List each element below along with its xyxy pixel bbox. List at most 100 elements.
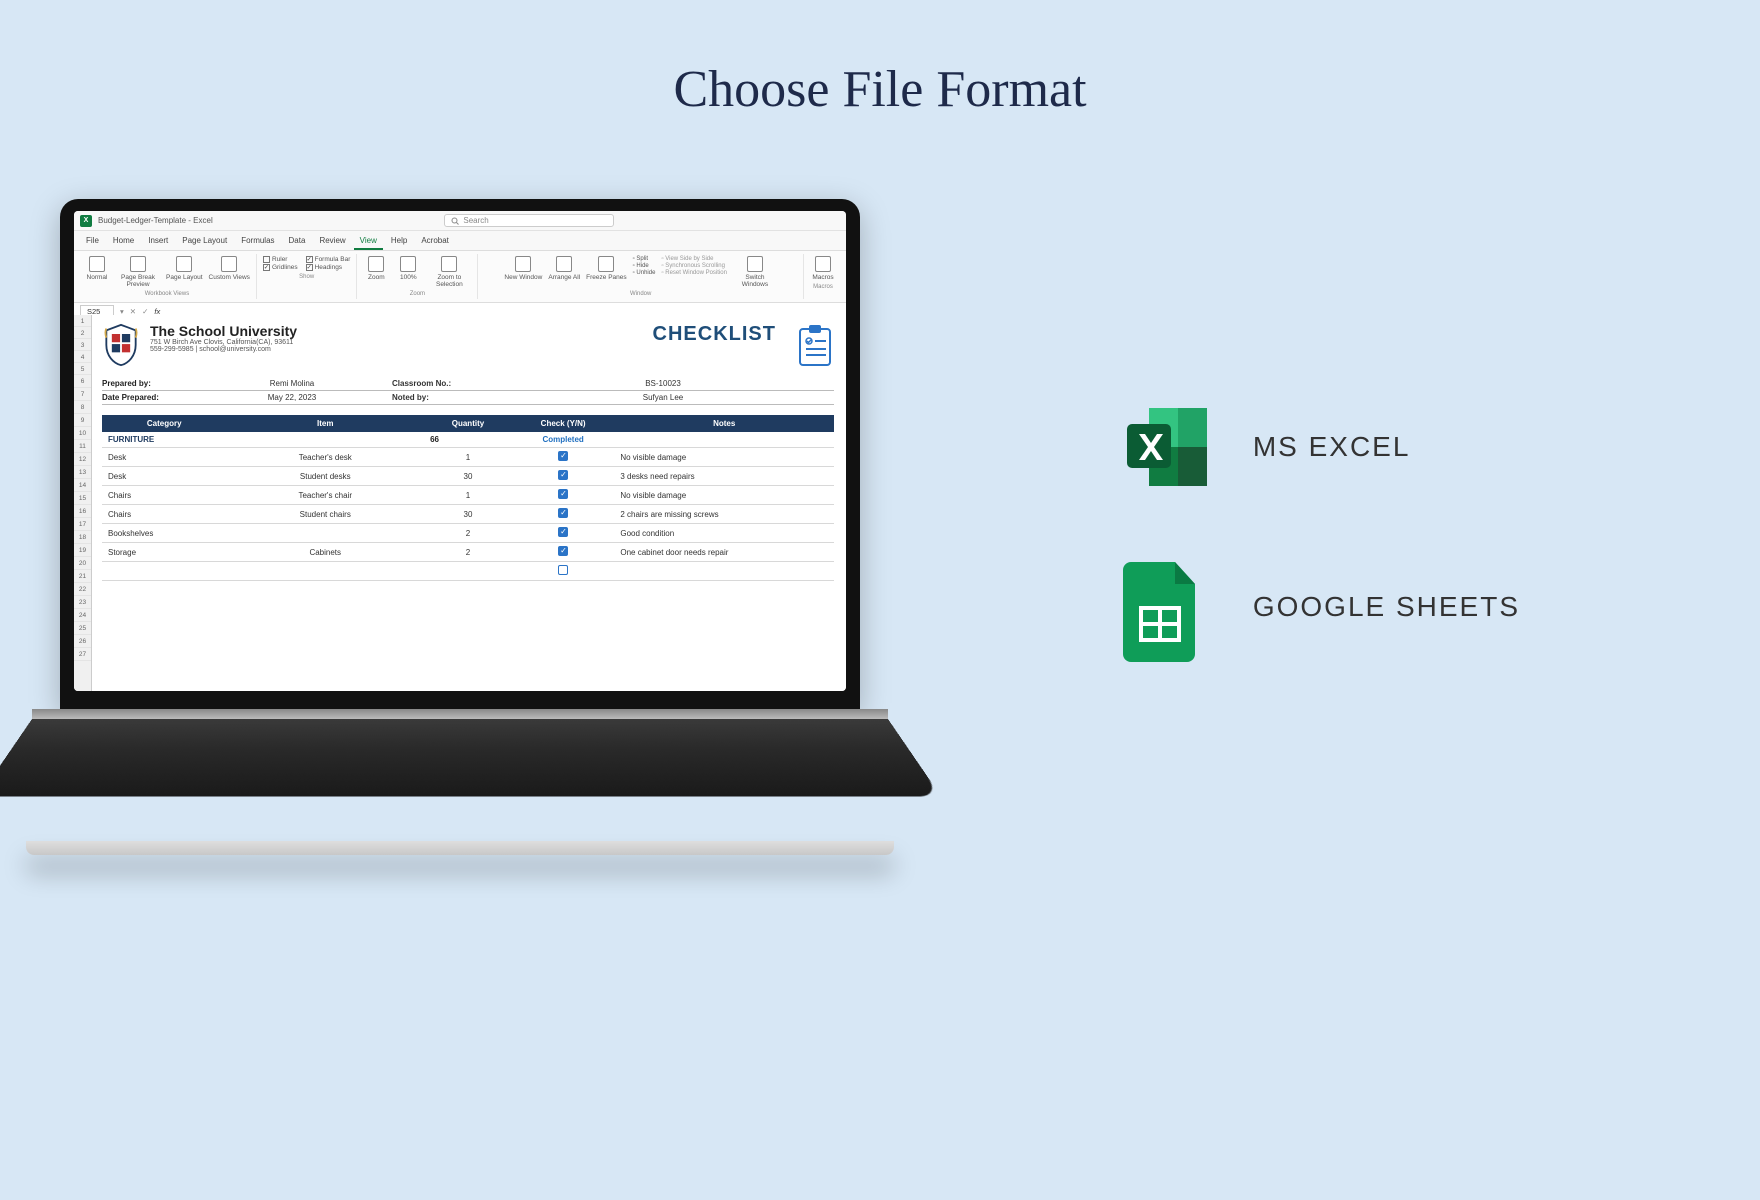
search-input[interactable]: Search xyxy=(444,214,614,227)
view-icon xyxy=(176,256,192,272)
row-numbers: 1234567891011121314151617181920212223242… xyxy=(74,315,92,691)
ribbon-check-headings[interactable]: ✓Headings xyxy=(306,264,351,271)
table-row: ChairsTeacher's chair1No visible damage xyxy=(102,486,834,505)
view-icon xyxy=(89,256,105,272)
menu-help[interactable]: Help xyxy=(385,233,413,250)
google-sheets-icon xyxy=(1123,562,1213,652)
checkbox[interactable] xyxy=(558,489,568,499)
checkbox[interactable] xyxy=(558,470,568,480)
ribbon-group-macros: Macros Macros xyxy=(804,254,842,299)
ribbon-new-window-button[interactable]: New Window xyxy=(504,256,542,281)
menu-file[interactable]: File xyxy=(80,233,105,250)
clipboard-icon xyxy=(796,323,834,367)
prepared-by-label: Prepared by: xyxy=(102,379,192,388)
column-header: Quantity xyxy=(424,415,512,432)
date-value: May 22, 2023 xyxy=(192,393,392,402)
checkbox[interactable] xyxy=(558,451,568,461)
ribbon-group-zoom: Zoom100%Zoom to Selection Zoom xyxy=(357,254,478,299)
column-header: Check (Y/N) xyxy=(512,415,614,432)
ribbon-check-ruler[interactable]: Ruler xyxy=(263,256,298,263)
ribbon-group-show: Ruler✓Formula Bar✓Gridlines✓Headings Sho… xyxy=(257,254,357,299)
classroom-value: BS-10023 xyxy=(492,379,834,388)
ms-excel-option[interactable]: MS EXCEL xyxy=(1123,402,1520,492)
page-title: Choose File Format xyxy=(0,60,1760,119)
ribbon-freeze-panes-button[interactable]: Freeze Panes xyxy=(586,256,626,281)
ribbon-normal-button[interactable]: Normal xyxy=(84,256,110,281)
table-row: DeskStudent desks303 desks need repairs xyxy=(102,467,834,486)
ribbon-synchronous-scrolling-button[interactable]: ▫ Synchronous Scrolling xyxy=(661,263,727,269)
checklist-title: CHECKLIST xyxy=(653,323,776,346)
excel-logo-icon: X xyxy=(80,215,92,227)
ribbon-custom-views-button[interactable]: Custom Views xyxy=(209,256,250,281)
noted-by-label: Noted by: xyxy=(392,393,492,402)
excel-title-bar: X Budget-Ledger-Template - Excel Search xyxy=(74,211,846,231)
ms-excel-icon xyxy=(1123,402,1213,492)
macros-button[interactable]: Macros xyxy=(810,256,836,281)
column-header: Notes xyxy=(614,415,834,432)
menu-bar: FileHomeInsertPage LayoutFormulasDataRev… xyxy=(74,231,846,251)
checkbox[interactable] xyxy=(558,565,568,575)
ribbon-split-button[interactable]: ▫ Split xyxy=(633,256,656,262)
date-label: Date Prepared: xyxy=(102,393,192,402)
school-crest-icon xyxy=(102,323,140,367)
window-title: Budget-Ledger-Template - Excel xyxy=(98,216,213,225)
ribbon-check-gridlines[interactable]: ✓Gridlines xyxy=(263,264,298,271)
ribbon-zoom-button[interactable]: Zoom xyxy=(363,256,389,281)
zoom-icon xyxy=(368,256,384,272)
macros-icon xyxy=(815,256,831,272)
ribbon-switch-windows-button[interactable]: Switch Windows xyxy=(733,256,777,288)
checkbox[interactable] xyxy=(558,546,568,556)
menu-page-layout[interactable]: Page Layout xyxy=(176,233,233,250)
menu-insert[interactable]: Insert xyxy=(142,233,174,250)
zoom-icon xyxy=(441,256,457,272)
ribbon-reset-window-position-button[interactable]: ▫ Reset Window Position xyxy=(661,270,727,276)
checkbox[interactable] xyxy=(558,527,568,537)
menu-formulas[interactable]: Formulas xyxy=(235,233,280,250)
ribbon-unhide-button[interactable]: ▫ Unhide xyxy=(633,270,656,276)
table-row: Bookshelves2Good condition xyxy=(102,524,834,543)
search-icon xyxy=(451,217,459,225)
ribbon-page-layout-button[interactable]: Page Layout xyxy=(166,256,203,281)
google-sheets-label: GOOGLE SHEETS xyxy=(1253,591,1520,623)
view-icon xyxy=(130,256,146,272)
ribbon-hide-button[interactable]: ▫ Hide xyxy=(633,263,656,269)
noted-by-value: Sufyan Lee xyxy=(492,393,834,402)
prepared-by-value: Remi Molina xyxy=(192,379,392,388)
org-contact: 559-299-5985 | school@university.com xyxy=(150,346,297,353)
ribbon-arrange-all-button[interactable]: Arrange All xyxy=(548,256,580,281)
menu-data[interactable]: Data xyxy=(283,233,312,250)
menu-review[interactable]: Review xyxy=(313,233,351,250)
ribbon: NormalPage Break PreviewPage LayoutCusto… xyxy=(74,251,846,303)
switch-icon xyxy=(747,256,763,272)
window-icon xyxy=(515,256,531,272)
view-icon xyxy=(221,256,237,272)
classroom-label: Classroom No.: xyxy=(392,379,492,388)
menu-view[interactable]: View xyxy=(354,233,383,250)
ribbon-zoom-to-selection-button[interactable]: Zoom to Selection xyxy=(427,256,471,288)
column-header: Item xyxy=(226,415,424,432)
ribbon-check-formula-bar[interactable]: ✓Formula Bar xyxy=(306,256,351,263)
ribbon-100--button[interactable]: 100% xyxy=(395,256,421,281)
table-row: StorageCabinets2One cabinet door needs r… xyxy=(102,543,834,562)
ribbon-view-side-by-side-button[interactable]: ▫ View Side by Side xyxy=(661,256,727,262)
ms-excel-label: MS EXCEL xyxy=(1253,431,1411,463)
table-row: ChairsStudent chairs302 chairs are missi… xyxy=(102,505,834,524)
org-name: The School University xyxy=(150,323,297,339)
excel-window: X Budget-Ledger-Template - Excel Search … xyxy=(74,211,846,691)
column-header: Category xyxy=(102,415,226,432)
window-icon xyxy=(598,256,614,272)
checklist-table: CategoryItemQuantityCheck (Y/N)Notes FUR… xyxy=(102,415,834,581)
checkbox[interactable] xyxy=(558,508,568,518)
ribbon-page-break-preview-button[interactable]: Page Break Preview xyxy=(116,256,160,288)
ribbon-group-window: New WindowArrange AllFreeze Panes ▫ Spli… xyxy=(478,254,804,299)
menu-home[interactable]: Home xyxy=(107,233,140,250)
zoom-icon xyxy=(400,256,416,272)
org-address: 751 W Birch Ave Clovis, California(CA), … xyxy=(150,339,297,346)
table-row xyxy=(102,562,834,581)
window-icon xyxy=(556,256,572,272)
google-sheets-option[interactable]: GOOGLE SHEETS xyxy=(1123,562,1520,652)
menu-acrobat[interactable]: Acrobat xyxy=(415,233,455,250)
ribbon-group-workbook-views: NormalPage Break PreviewPage LayoutCusto… xyxy=(78,254,257,299)
laptop-mockup: X Budget-Ledger-Template - Excel Search … xyxy=(60,199,860,855)
table-row: DeskTeacher's desk1No visible damage xyxy=(102,448,834,467)
